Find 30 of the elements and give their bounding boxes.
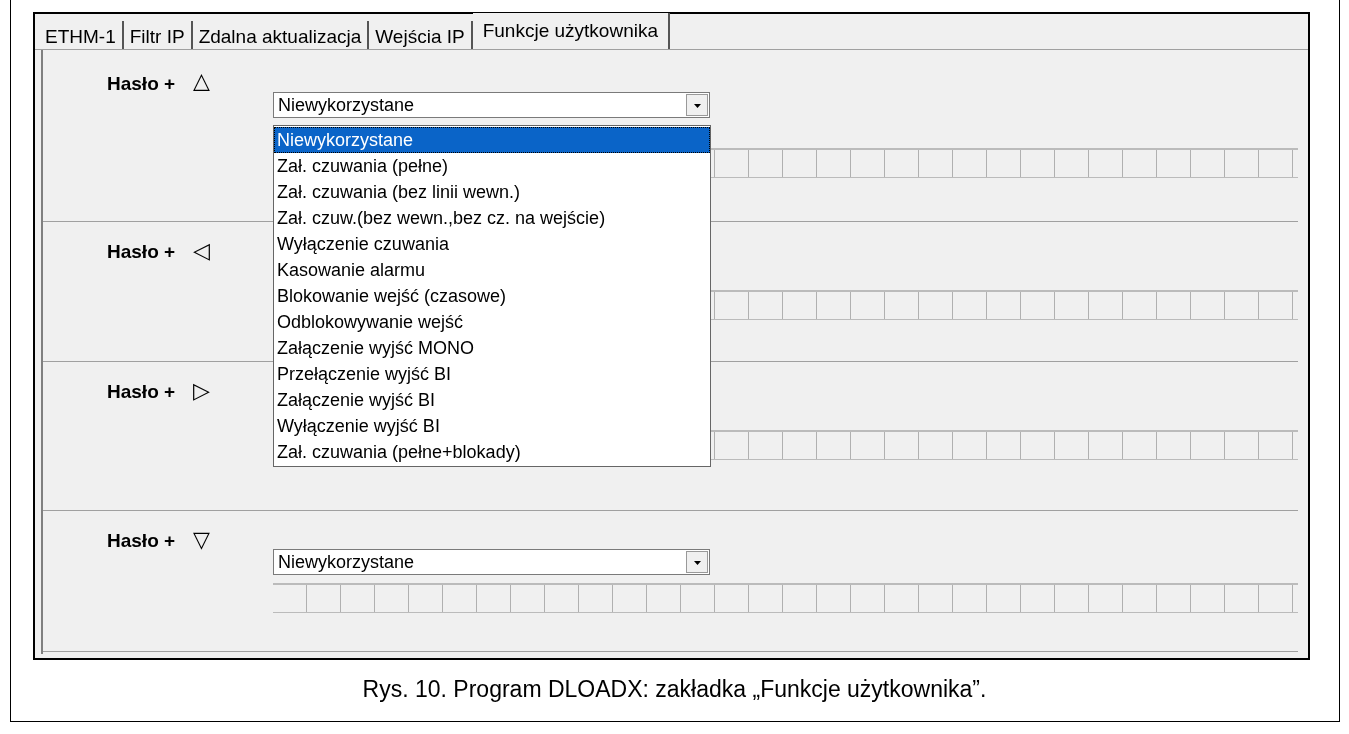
combo-value: Niewykorzystane (277, 93, 415, 117)
field-label: Hasło + (107, 240, 176, 264)
combo-box[interactable]: Niewykorzystane (273, 549, 710, 575)
arrow-symbol: ▷ (193, 380, 210, 402)
tab[interactable]: Zdalna aktualizacja (192, 21, 370, 49)
dropdown-item[interactable]: Zał. czuwania (bez linii wewn.) (274, 179, 710, 205)
tab[interactable]: Funkcje użytkownika (472, 13, 670, 49)
figure-caption: Rys. 10. Program DLOADX: zakładka „Funkcje użytkownika”. (361, 675, 988, 704)
dropdown-item[interactable]: Zał. czuw.(bez wewn.,bez cz. na wejście) (274, 205, 710, 231)
tab[interactable]: Filtr IP (123, 21, 193, 49)
dropdown-item[interactable]: Przełączenie wyjść BI (274, 361, 710, 387)
dropdown-item[interactable]: Niewykorzystane (274, 127, 710, 153)
combo-value: Niewykorzystane (277, 550, 415, 574)
dropdown-item[interactable]: Zał. czuwania (pełne) (274, 153, 710, 179)
arrow-symbol: △ (193, 70, 210, 92)
dropdown-item[interactable]: Załączenie wyjść BI (274, 387, 710, 413)
dropdown-item[interactable]: Wyłączenie wyjść BI (274, 413, 710, 439)
combo-box[interactable]: Niewykorzystane (273, 92, 710, 118)
dropdown-item[interactable]: Kasowanie alarmu (274, 257, 710, 283)
arrow-symbol: ▽ (193, 529, 210, 551)
arrow-symbol: ◁ (193, 240, 210, 262)
field-label: Hasło + (107, 72, 176, 96)
field-label: Hasło + (107, 380, 176, 404)
dropdown-item[interactable]: Odblokowywanie wejść (274, 309, 710, 335)
tab[interactable]: ETHM-1 (39, 21, 124, 49)
dropdown-item[interactable]: Blokowanie wejść (czasowe) (274, 283, 710, 309)
dropdown-item[interactable]: Zał. czuwania (pełne+blokady) (274, 439, 710, 465)
dropdown-item[interactable]: Wyłączenie czuwania (274, 231, 710, 257)
dropdown-item[interactable]: Załączenie wyjść MONO (274, 335, 710, 361)
field-label: Hasło + (107, 529, 176, 553)
